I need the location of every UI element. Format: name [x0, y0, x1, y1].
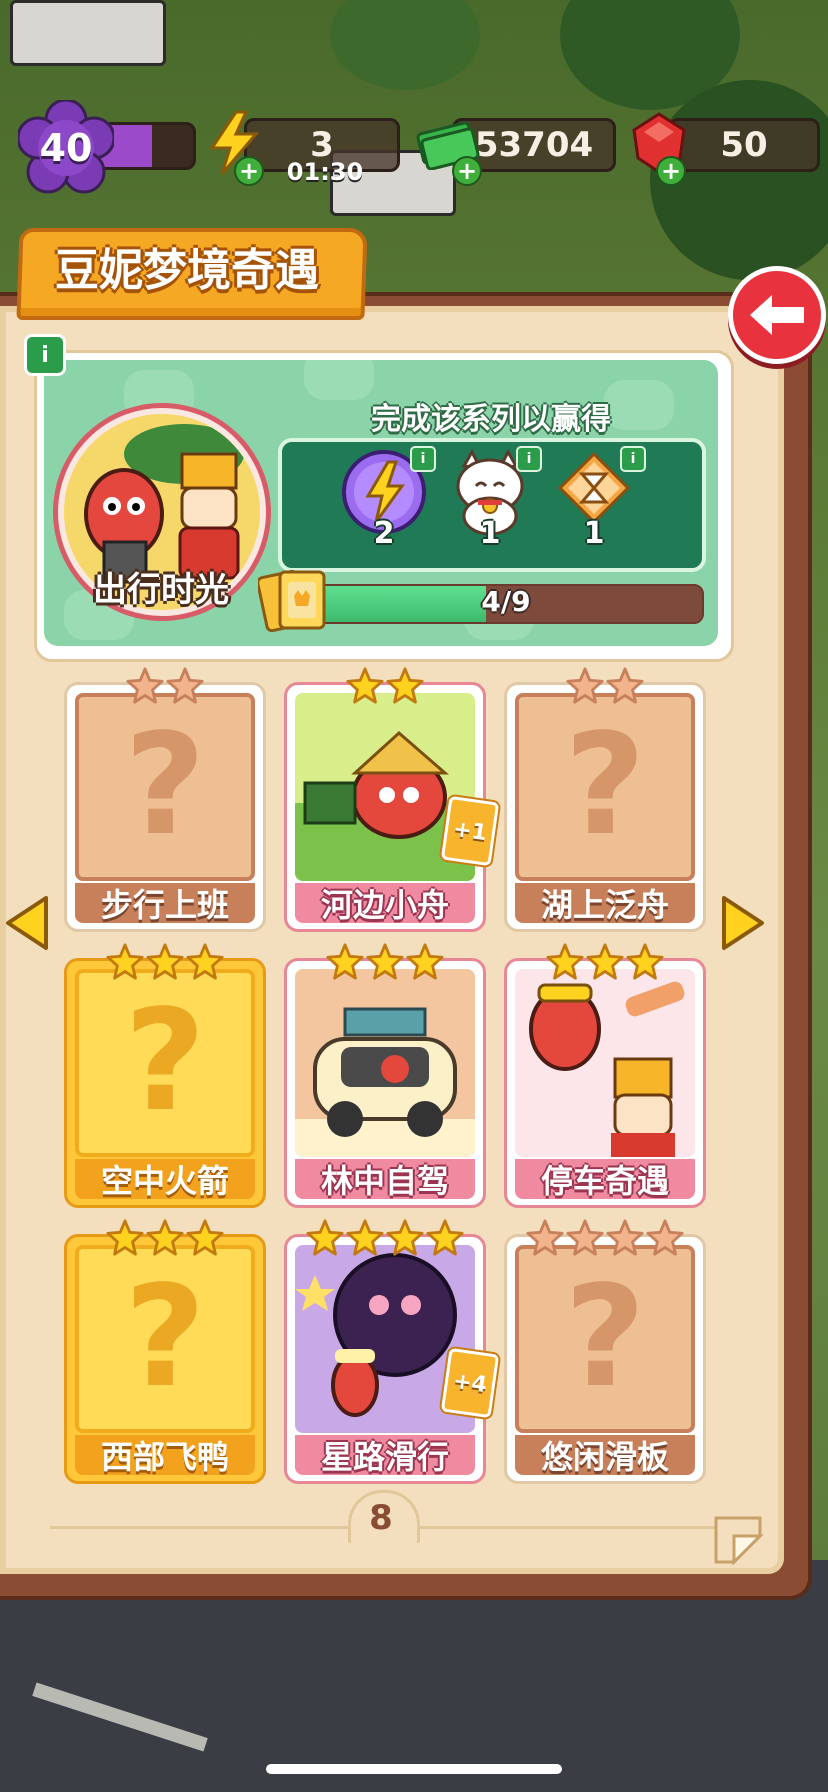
star-icon: [606, 667, 644, 704]
star-icon: [646, 1219, 684, 1256]
card-stack-icon: [258, 569, 326, 632]
cash-value: 53704: [474, 125, 594, 165]
gem-counter[interactable]: 50: [668, 118, 820, 172]
star-icon: [146, 1219, 184, 1256]
star-icon: [346, 1219, 384, 1256]
star-icon: [366, 943, 404, 980]
star-icon: [166, 667, 204, 704]
card-art: [515, 969, 695, 1157]
question-mark-icon: ?: [564, 704, 646, 867]
add-gems-button[interactable]: +: [656, 156, 686, 186]
card-name: 停车奇遇: [515, 1159, 695, 1200]
card-art: ?: [515, 1245, 695, 1433]
page-curl-icon: [714, 1516, 764, 1566]
card-stars: [67, 667, 263, 705]
reward-info-button[interactable]: i: [410, 446, 436, 472]
card-stars: [67, 1219, 263, 1257]
previous-page-arrow-icon[interactable]: [4, 894, 50, 952]
card-art: [295, 969, 475, 1157]
card-stars: [507, 1219, 703, 1257]
card-name: 星路滑行: [295, 1435, 475, 1476]
star-icon: [386, 667, 424, 704]
collection-card[interactable]: ? 湖上泛舟: [504, 667, 706, 932]
card-art: ?: [515, 693, 695, 881]
back-button[interactable]: [728, 266, 826, 364]
card-name: 步行上班: [75, 883, 255, 924]
card-stars: [287, 1219, 483, 1257]
reward-info-button[interactable]: i: [516, 446, 542, 472]
reward-count: 2: [373, 516, 395, 551]
gem-value: 50: [720, 125, 768, 165]
question-mark-icon: ?: [564, 1256, 646, 1419]
star-icon: [326, 943, 364, 980]
level-number: 40: [39, 126, 93, 170]
add-energy-button[interactable]: +: [234, 156, 264, 186]
card-stars: [507, 667, 703, 705]
star-icon: [626, 943, 664, 980]
series-name: 出行时光: [93, 570, 229, 610]
question-mark-icon: ?: [124, 1256, 206, 1419]
page-number: 8: [369, 1498, 393, 1538]
card-name: 悠闲滑板: [515, 1435, 695, 1476]
star-icon: [406, 943, 444, 980]
collection-card[interactable]: 星路滑行 +4: [284, 1219, 500, 1484]
question-mark-icon: ?: [124, 980, 206, 1143]
card-stars: [507, 943, 703, 981]
card-name: 西部飞鸭: [75, 1435, 255, 1476]
card-art: ?: [75, 693, 255, 881]
building: [10, 0, 166, 66]
card-name: 林中自驾: [295, 1159, 475, 1200]
reward-count: 1: [479, 516, 501, 551]
duplicate-count-badge: +1: [440, 795, 500, 867]
star-icon: [526, 1219, 564, 1256]
collection-card[interactable]: 河边小舟 +1: [284, 667, 500, 932]
star-icon: [566, 667, 604, 704]
card-stars: [287, 667, 483, 705]
star-icon: [586, 943, 624, 980]
collection-card[interactable]: ? 步行上班: [64, 667, 266, 932]
star-icon: [386, 1219, 424, 1256]
card-name: 空中火箭: [75, 1159, 255, 1200]
card-stars: [67, 943, 263, 981]
star-icon: [106, 943, 144, 980]
collection-card[interactable]: ? 空中火箭: [64, 943, 266, 1208]
question-mark-icon: ?: [124, 704, 206, 867]
back-arrow-icon: [750, 295, 804, 335]
duplicate-count-badge: +4: [440, 1347, 500, 1419]
series-info-button[interactable]: i: [24, 334, 66, 376]
card-name: 湖上泛舟: [515, 883, 695, 924]
reward-title: 完成该系列以赢得: [371, 402, 611, 437]
collection-card[interactable]: 停车奇遇: [504, 943, 706, 1208]
reward-count: 1: [583, 516, 605, 551]
album-title: 豆妮梦境奇遇: [55, 245, 319, 296]
reward-info-button[interactable]: i: [620, 446, 646, 472]
card-art: ?: [75, 969, 255, 1157]
add-cash-button[interactable]: +: [452, 156, 482, 186]
star-icon: [346, 667, 384, 704]
home-indicator[interactable]: [266, 1764, 562, 1774]
collection-card[interactable]: ? 西部飞鸭: [64, 1219, 266, 1484]
card-name: 河边小舟: [295, 883, 475, 924]
card-stars: [287, 943, 483, 981]
collection-card[interactable]: ? 悠闲滑板: [504, 1219, 706, 1484]
card-art: ?: [75, 1245, 255, 1433]
star-icon: [546, 943, 584, 980]
star-icon: [186, 1219, 224, 1256]
collection-card[interactable]: 林中自驾: [284, 943, 486, 1208]
star-icon: [126, 667, 164, 704]
star-icon: [106, 1219, 144, 1256]
star-icon: [566, 1219, 604, 1256]
star-icon: [306, 1219, 344, 1256]
star-icon: [426, 1219, 464, 1256]
progress-text: 4/9: [481, 585, 531, 618]
star-icon: [186, 943, 224, 980]
star-icon: [146, 943, 184, 980]
next-page-arrow-icon[interactable]: [720, 894, 766, 952]
energy-timer: 01:30: [286, 158, 364, 186]
star-icon: [606, 1219, 644, 1256]
